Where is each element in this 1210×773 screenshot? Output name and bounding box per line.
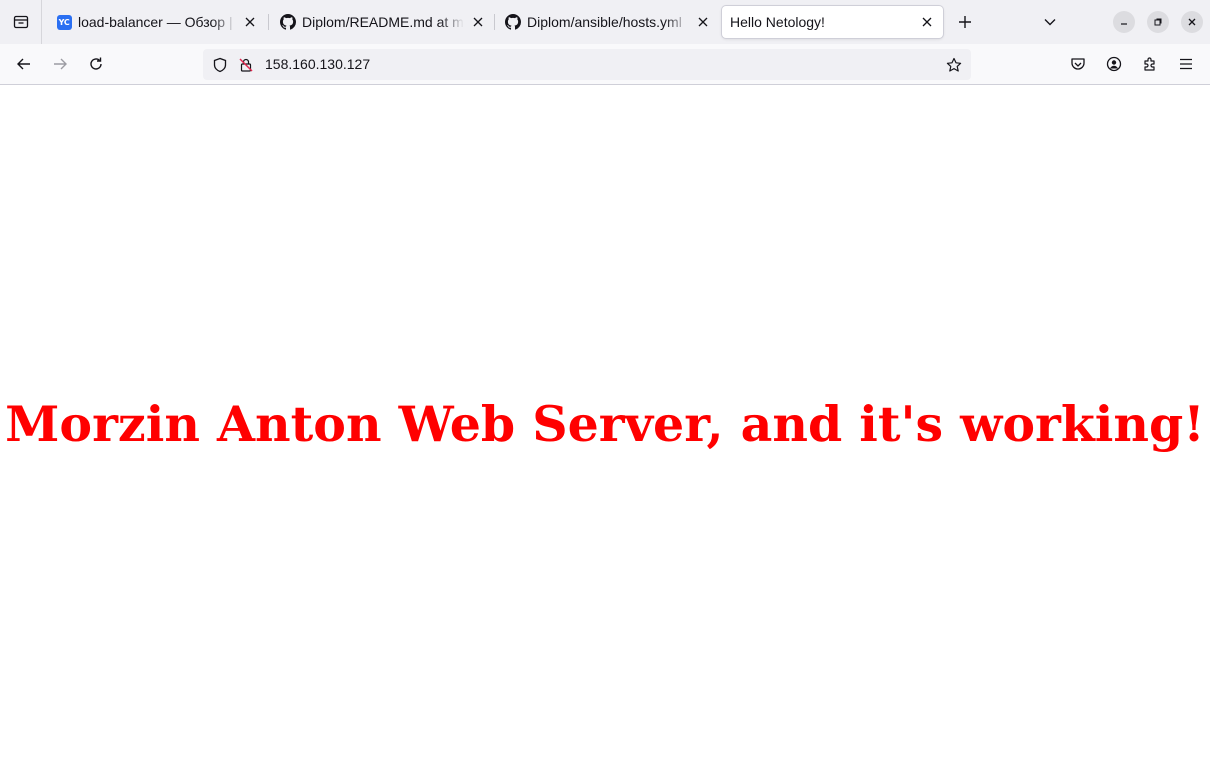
forward-button[interactable]: [48, 52, 72, 76]
tab-separator: [268, 14, 269, 30]
close-icon: [1187, 17, 1197, 27]
close-window-button[interactable]: [1181, 11, 1203, 33]
account-icon: [1106, 56, 1122, 72]
arrow-right-icon: [52, 56, 68, 72]
firefox-view-icon: [13, 14, 29, 30]
back-button[interactable]: [12, 52, 36, 76]
arrow-left-icon: [16, 56, 32, 72]
address-bar[interactable]: 158.160.130.127: [203, 49, 971, 80]
pocket-icon: [1070, 56, 1086, 72]
chevron-down-icon: [1043, 15, 1057, 29]
github-icon: [505, 14, 521, 30]
tab-title: Hello Netology!: [730, 14, 825, 30]
firefox-view-button[interactable]: [0, 0, 42, 44]
close-tab-icon[interactable]: [695, 14, 711, 30]
reload-button[interactable]: [84, 52, 108, 76]
close-tab-icon[interactable]: [242, 14, 258, 30]
minimize-button[interactable]: [1113, 11, 1135, 33]
shield-icon[interactable]: [211, 56, 229, 74]
page-headline: Morzin Anton Web Server, and it's workin…: [5, 395, 1205, 453]
tab-load-balancer[interactable]: YC load-balancer — Обзор | Yandex Cloud: [48, 6, 266, 38]
account-button[interactable]: [1102, 52, 1126, 76]
reload-icon: [88, 56, 104, 72]
puzzle-icon: [1142, 56, 1158, 72]
tab-strip: YC load-balancer — Обзор | Yandex Cloud …: [0, 0, 1210, 44]
restore-button[interactable]: [1147, 11, 1169, 33]
restore-icon: [1153, 17, 1163, 27]
page-content: Morzin Anton Web Server, and it's workin…: [0, 85, 1210, 773]
tab-hosts-yml[interactable]: Diplom/ansible/hosts.yml: [497, 6, 719, 38]
bookmark-star-icon[interactable]: [945, 56, 963, 74]
navigation-toolbar: 158.160.130.127: [0, 44, 1210, 85]
tab-title: Diplom/ansible/hosts.yml: [527, 14, 682, 30]
tab-readme[interactable]: Diplom/README.md at main: [272, 6, 494, 38]
tab-hello-netology[interactable]: Hello Netology!: [722, 6, 943, 38]
extensions-button[interactable]: [1138, 52, 1162, 76]
new-tab-button[interactable]: [953, 10, 977, 34]
menu-button[interactable]: [1174, 52, 1198, 76]
hamburger-menu-icon: [1178, 56, 1194, 72]
minimize-icon: [1119, 17, 1129, 27]
pocket-button[interactable]: [1066, 52, 1090, 76]
close-tab-icon[interactable]: [470, 14, 486, 30]
plus-icon: [958, 15, 972, 29]
github-icon: [280, 14, 296, 30]
tab-title: load-balancer — Обзор | Yandex Cloud: [78, 14, 236, 30]
tab-separator: [494, 14, 495, 30]
url-text[interactable]: 158.160.130.127: [265, 56, 370, 72]
yandex-cloud-icon: YC: [56, 14, 72, 30]
list-all-tabs-button[interactable]: [1038, 10, 1062, 34]
tab-title: Diplom/README.md at main: [302, 14, 464, 30]
close-tab-icon[interactable]: [919, 14, 935, 30]
insecure-lock-icon[interactable]: [237, 56, 255, 74]
